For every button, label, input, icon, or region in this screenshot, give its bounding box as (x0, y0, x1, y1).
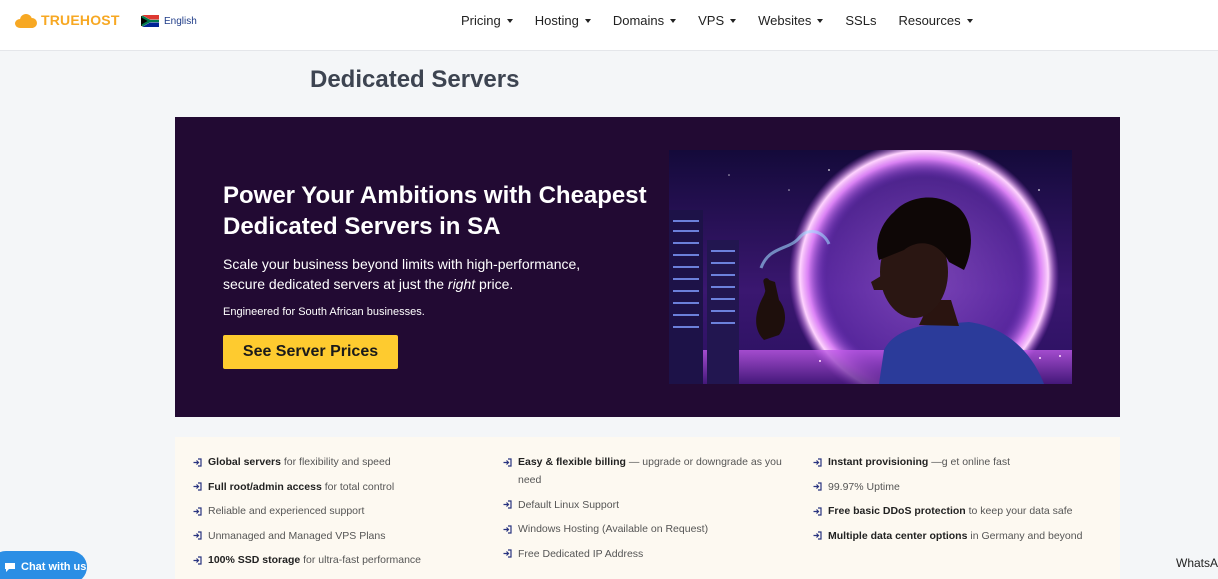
brand-name: TRUEHOST (41, 12, 120, 28)
list-item: 100% SSD storage for ultra-fast performa… (193, 551, 483, 569)
sign-in-arrow-icon (813, 478, 822, 496)
truehost-logo[interactable]: TRUEHOST (15, 12, 120, 28)
see-server-prices-button[interactable]: See Server Prices (223, 335, 398, 369)
chevron-down-icon (584, 18, 591, 23)
list-item: Full root/admin access for total control (193, 478, 483, 496)
sign-in-arrow-icon (813, 527, 822, 545)
chat-label: Chat with us (21, 561, 87, 573)
hero-subtext: Scale your business beyond limits with h… (223, 256, 581, 292)
list-item: Multiple data center options in Germany … (813, 527, 1113, 545)
sign-in-arrow-icon (503, 520, 512, 538)
whatsapp-button[interactable]: WhatsA (1176, 556, 1218, 570)
list-item: Free basic DDoS protection to keep your … (813, 502, 1113, 520)
list-item: Unmanaged and Managed VPS Plans (193, 527, 483, 545)
chevron-down-icon (966, 18, 973, 23)
list-item: Windows Hosting (Available on Request) (503, 520, 793, 538)
list-item: Instant provisioning —g et online fast (813, 453, 1113, 471)
chevron-down-icon (730, 18, 737, 23)
nav-pricing[interactable]: Pricing (461, 13, 513, 28)
list-item: Global servers for flexibility and speed (193, 453, 483, 471)
chevron-down-icon (506, 18, 513, 23)
chevron-down-icon (817, 18, 824, 23)
hero-heading: Power Your Ambitions with Cheapest Dedic… (223, 182, 647, 240)
chat-with-us-button[interactable]: Chat with us (0, 551, 87, 579)
features-column-2: Easy & flexible billing — upgrade or dow… (503, 453, 793, 569)
features-column-1: Global servers for flexibility and speed… (193, 453, 483, 576)
nav-hosting[interactable]: Hosting (535, 13, 591, 28)
sign-in-arrow-icon (813, 453, 822, 471)
top-navbar: TRUEHOST English Pricing Hosting Domains… (0, 0, 1218, 51)
sign-in-arrow-icon (503, 545, 512, 563)
language-label: English (164, 15, 197, 27)
list-item: Reliable and experienced support (193, 502, 483, 520)
sign-in-arrow-icon (193, 551, 202, 569)
nav-vps[interactable]: VPS (698, 13, 737, 28)
list-item: 99.97% Uptime (813, 478, 1113, 496)
sign-in-arrow-icon (193, 453, 202, 471)
nav-domains[interactable]: Domains (613, 13, 677, 28)
nav-websites[interactable]: Websites (758, 13, 824, 28)
cloud-logo-icon (15, 13, 37, 28)
south-africa-flag-icon (141, 15, 159, 27)
hero-note: Engineered for South African businesses. (223, 306, 425, 318)
features-column-3: Instant provisioning —g et online fast 9… (813, 453, 1113, 551)
hero-illustration (669, 150, 1072, 384)
chevron-down-icon (670, 18, 677, 23)
chat-bubble-icon (5, 562, 15, 572)
list-item: Default Linux Support (503, 496, 793, 514)
sign-in-arrow-icon (503, 496, 512, 514)
sign-in-arrow-icon (193, 527, 202, 545)
sign-in-arrow-icon (193, 502, 202, 520)
page-title: Dedicated Servers (310, 66, 520, 93)
hero-banner: Power Your Ambitions with Cheapest Dedic… (175, 117, 1120, 417)
nav-ssls[interactable]: SSLs (845, 13, 876, 28)
list-item: Easy & flexible billing — upgrade or dow… (503, 453, 793, 489)
list-item: Free Dedicated IP Address (503, 545, 793, 563)
language-selector[interactable]: English (141, 15, 197, 27)
main-nav: Pricing Hosting Domains VPS Websites SSL… (461, 13, 995, 28)
features-section: Global servers for flexibility and speed… (175, 437, 1120, 579)
nav-resources[interactable]: Resources (898, 13, 973, 28)
sign-in-arrow-icon (813, 502, 822, 520)
sign-in-arrow-icon (503, 453, 512, 471)
sign-in-arrow-icon (193, 478, 202, 496)
